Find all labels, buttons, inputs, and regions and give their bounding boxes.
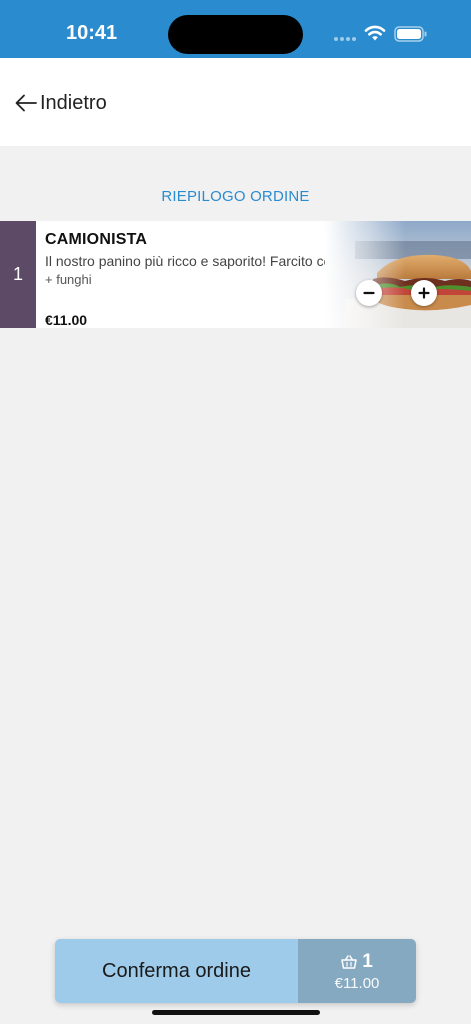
header: Indietro xyxy=(0,58,471,146)
cart-summary[interactable]: 1 €11.00 xyxy=(298,939,416,1003)
item-price: €11.00 xyxy=(45,312,88,328)
wifi-icon xyxy=(364,25,386,41)
item-name: CAMIONISTA xyxy=(45,231,148,248)
dynamic-island xyxy=(168,15,303,54)
quantity-badge: 1 xyxy=(0,221,36,328)
confirm-order-button[interactable]: Conferma ordine xyxy=(55,939,298,1003)
cart-count: 1 xyxy=(362,950,373,972)
back-button[interactable]: Indietro xyxy=(14,88,107,118)
confirm-bar: Conferma ordine 1 €11.00 xyxy=(55,939,416,1003)
increase-quantity-button[interactable] xyxy=(411,280,437,306)
signal-icon xyxy=(334,37,358,41)
status-time: 10:41 xyxy=(66,22,118,44)
arrow-left-icon xyxy=(15,94,37,112)
sandwich-photo xyxy=(325,221,471,328)
item-addon: + funghi xyxy=(45,272,92,287)
section-title: RIEPILOGO ORDINE xyxy=(161,188,310,205)
battery-icon xyxy=(394,26,427,42)
basket-icon xyxy=(341,954,357,969)
home-indicator xyxy=(152,1010,320,1015)
minus-icon xyxy=(363,291,375,295)
plus-icon xyxy=(418,287,430,299)
item-description: Il nostro panino più ricco e saporito! F… xyxy=(45,253,347,269)
decrease-quantity-button[interactable] xyxy=(356,280,382,306)
back-label: Indietro xyxy=(40,91,107,114)
cart-count-row: 1 xyxy=(341,951,373,973)
status-bar: 10:41 xyxy=(0,0,471,58)
cart-total: €11.00 xyxy=(334,974,380,992)
order-item[interactable]: 1 CAMIONISTA Il nostro panino più ricco … xyxy=(0,221,471,328)
